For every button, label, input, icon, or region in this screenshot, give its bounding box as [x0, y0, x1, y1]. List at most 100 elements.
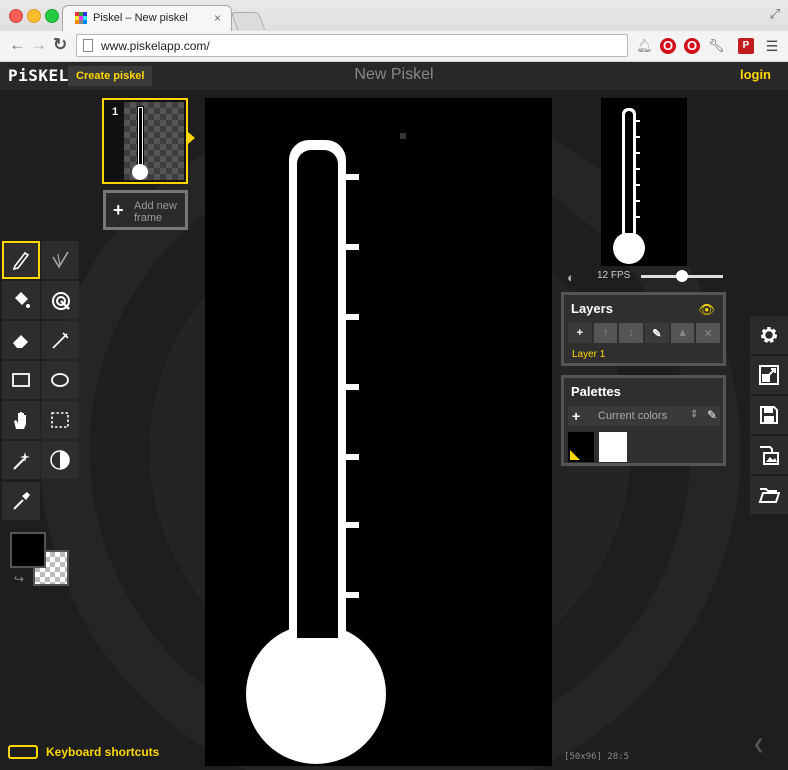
wand-icon — [13, 452, 30, 470]
preview-tick-mark — [636, 136, 640, 138]
keyboard-icon[interactable] — [8, 745, 38, 759]
fullscreen-icon[interactable]: ⤢ — [770, 6, 780, 22]
palette-swatch-black[interactable] — [568, 432, 594, 462]
browser-tab[interactable]: Piskel – New piskel × — [62, 5, 232, 31]
swap-colors-icon[interactable]: ↪ — [14, 572, 24, 586]
vertical-mirror-pen-tool[interactable] — [41, 241, 79, 279]
tab-title: Piskel – New piskel — [93, 12, 188, 24]
save-button[interactable] — [750, 396, 788, 434]
collapse-panel-icon[interactable]: ❮ — [753, 736, 765, 753]
delete-layer-button[interactable]: ✕ — [696, 323, 721, 343]
plus-icon: + — [113, 200, 124, 220]
tick-mark — [346, 522, 359, 528]
rectangle-tool[interactable] — [2, 361, 40, 399]
address-bar[interactable]: www.piskelapp.com/ — [76, 34, 628, 57]
preview-neck-inner — [625, 223, 633, 233]
thermometer-drawing — [246, 133, 406, 764]
palettes-panel: Palettes + Current colors ⇕ ✎ — [561, 375, 726, 466]
move-layer-up-button[interactable]: ↑ — [593, 323, 618, 343]
rectangle-select-tool[interactable] — [41, 401, 79, 439]
maximize-window-button[interactable] — [45, 9, 59, 23]
add-frame-label: Add new frame — [134, 200, 177, 224]
fps-slider-knob[interactable] — [676, 270, 688, 282]
back-icon[interactable]: ← — [9, 35, 26, 55]
eyedropper-icon — [13, 492, 30, 510]
lighten-tool[interactable] — [41, 441, 79, 479]
move-layer-down-button[interactable]: ↓ — [619, 323, 644, 343]
layers-toolbar: + ↑ ↓ ✎ ▲ ✕ — [568, 323, 721, 343]
stroke-icon — [52, 332, 69, 349]
cursor-coordinates-readout: 28:5 — [607, 752, 630, 762]
shape-select-tool[interactable] — [2, 441, 40, 479]
app-header: PiSKEL Create piskel New Piskel login — [0, 62, 788, 90]
forward-icon[interactable]: → — [30, 35, 47, 55]
circle-tool[interactable] — [41, 361, 79, 399]
palettes-title: Palettes — [571, 384, 621, 399]
preview-bulb — [613, 232, 645, 264]
bell-icon[interactable]: 🔔︎ — [636, 38, 653, 54]
edit-layer-button[interactable]: ✎ — [645, 323, 669, 343]
frame-thumbnail[interactable]: 1 — [102, 98, 188, 184]
fps-label: 12 FPS — [597, 270, 631, 281]
palette-sort-icon[interactable]: ⇕ — [690, 409, 698, 420]
preview-tick-mark — [636, 216, 640, 218]
opera-extension-icon[interactable]: O — [660, 38, 676, 54]
red-extension-icon[interactable]: P — [738, 38, 754, 54]
bulb — [246, 624, 386, 764]
page-icon — [83, 39, 93, 52]
tick-mark — [346, 454, 359, 460]
paint-bucket-tool[interactable] — [2, 281, 40, 319]
resize-button[interactable] — [750, 356, 788, 394]
eraser-tool[interactable] — [2, 321, 40, 359]
color-picker-tool[interactable] — [2, 482, 40, 520]
settings-button[interactable] — [750, 316, 788, 354]
login-link[interactable]: login — [740, 67, 771, 82]
edit-palette-icon[interactable]: ✎ — [707, 408, 717, 422]
pen-tool[interactable] — [2, 241, 40, 279]
close-window-button[interactable] — [9, 9, 23, 23]
reload-icon[interactable]: ↻ — [53, 35, 67, 55]
preview-tick-mark — [636, 168, 640, 170]
folder-icon — [758, 488, 780, 503]
preview-thermometer — [613, 108, 645, 264]
keyboard-shortcuts-link[interactable]: Keyboard shortcuts — [46, 745, 159, 759]
layers-panel: Layers 👁︎ + ↑ ↓ ✎ ▲ ✕ Layer 1 — [561, 292, 726, 366]
add-layer-button[interactable]: + — [568, 323, 592, 343]
drawing-canvas[interactable] — [205, 98, 552, 766]
minimize-window-button[interactable] — [27, 9, 41, 23]
animation-preview[interactable] — [601, 98, 687, 266]
hamburger-menu-icon[interactable]: ☰ — [764, 38, 780, 54]
document-title: New Piskel — [354, 66, 434, 83]
palette-select[interactable]: Current colors — [598, 410, 667, 422]
palette-swatch-white[interactable] — [599, 432, 627, 462]
tick-mark — [346, 174, 359, 180]
paint-all-same-color-tool[interactable] — [41, 281, 79, 319]
canvas-size-readout: [50x96] — [564, 752, 602, 762]
merge-layer-button[interactable]: ▲ — [670, 323, 695, 343]
tab-close-icon[interactable]: × — [214, 11, 221, 25]
circle-icon — [51, 373, 69, 387]
mirror-pen-icon — [52, 251, 69, 269]
layer-item[interactable]: Layer 1 — [572, 349, 605, 360]
status-bar: [50x96] 28:5 — [564, 752, 629, 762]
preview-tick-mark — [636, 184, 640, 186]
opera-extension-2-icon[interactable]: O — [684, 38, 700, 54]
add-new-frame-button[interactable]: + Add new frame — [103, 190, 188, 230]
tick-mark — [346, 244, 359, 250]
stroke-tool[interactable] — [41, 321, 79, 359]
primary-color-swatch[interactable] — [10, 532, 46, 568]
url-text[interactable]: www.piskelapp.com/ — [101, 39, 210, 53]
add-palette-icon[interactable]: + — [572, 408, 580, 424]
wrench-icon[interactable]: 🔧︎ — [708, 38, 725, 54]
tick-mark — [346, 384, 359, 390]
eye-icon[interactable]: 👁︎ — [698, 302, 715, 318]
preview-tick-mark — [636, 120, 640, 122]
layers-title: Layers — [571, 301, 613, 316]
move-tool[interactable] — [2, 401, 40, 439]
piskel-favicon-icon — [75, 12, 87, 24]
open-button[interactable] — [750, 476, 788, 514]
export-button[interactable] — [750, 436, 788, 474]
stray-pixel — [400, 133, 406, 139]
onion-skin-icon[interactable]: ◐ — [567, 270, 575, 285]
new-tab-button[interactable] — [230, 12, 266, 30]
